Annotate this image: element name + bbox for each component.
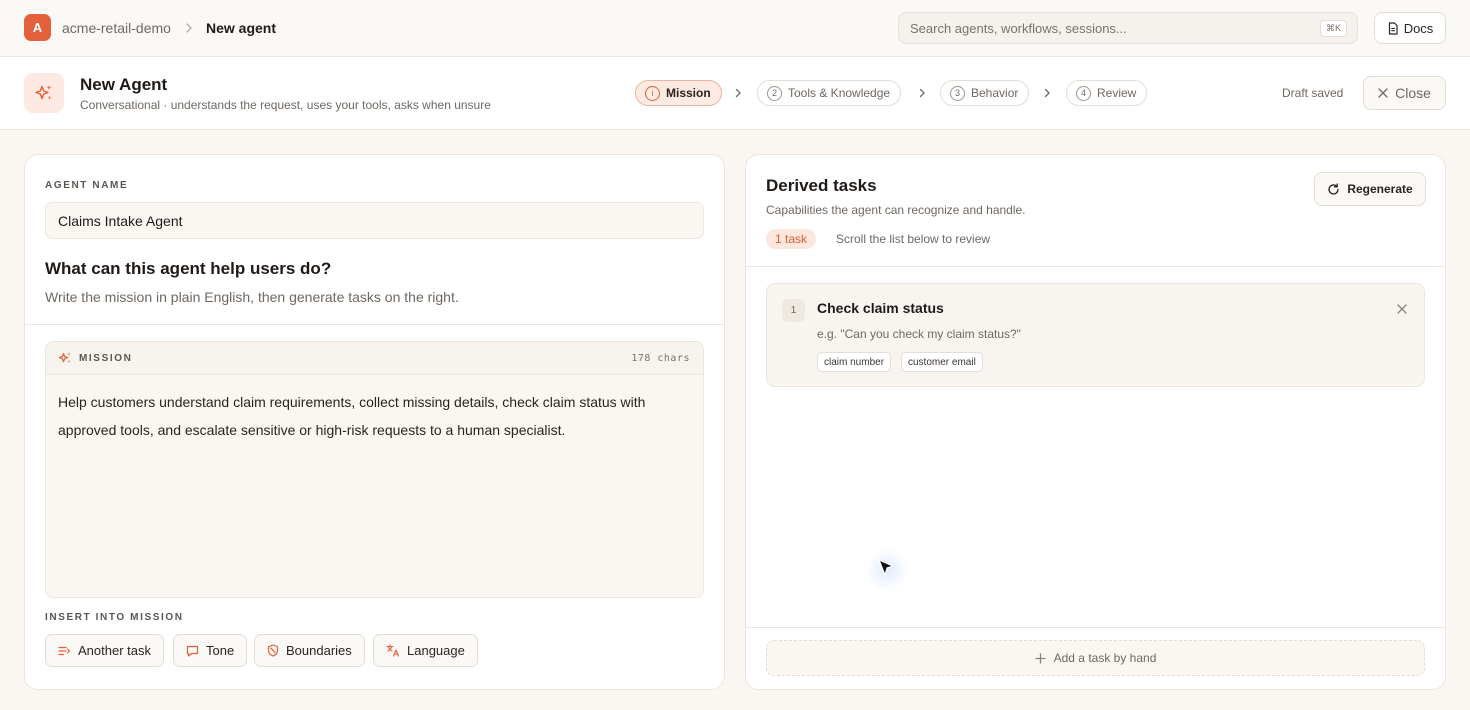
mission-panel: AGENT NAME Claims Intake Agent What can … [24,154,725,690]
mission-char-count: 178 chars [631,353,690,364]
chip-label: Language [407,643,465,658]
step-mission[interactable]: i Mission [635,80,722,106]
translate-icon [386,644,400,657]
step-number: 2 [767,85,782,101]
breadcrumb-page: New agent [206,20,277,36]
task-count-badge: 1 task [766,229,817,249]
draft-status: Draft saved [1282,86,1344,100]
insert-another-task-button[interactable]: Another task [45,634,164,667]
search-placeholder: Search agents, workflows, sessions... [910,21,1127,36]
divider [746,627,1445,628]
derived-tasks-panel: Derived tasks Capabilities the agent can… [745,154,1446,690]
chevron-right-icon [184,21,194,35]
agent-header: New Agent Conversational · understands t… [0,57,1470,130]
message-icon [186,645,199,657]
search-input[interactable]: Search agents, workflows, sessions... ⌘K [898,12,1358,44]
org-avatar[interactable]: A [24,14,51,41]
close-label: Close [1395,85,1431,101]
mission-editor-header: MISSION 178 chars [46,342,703,375]
mouse-cursor-icon [865,548,909,592]
task-card[interactable]: 1 Check claim status e.g. "Can you check… [766,283,1425,387]
step-number: 3 [950,85,965,101]
step-label: Mission [666,86,711,100]
agent-name-field[interactable]: Claims Intake Agent [45,202,704,239]
task-tag: claim number [817,352,892,372]
chip-label: Tone [206,643,235,658]
step-label: Behavior [971,86,1019,100]
insert-language-button[interactable]: Language [373,634,478,667]
mission-label: MISSION [79,353,133,364]
add-task-button[interactable]: Add a task by hand [766,640,1425,676]
step-tools-knowledge[interactable]: 2 Tools & Knowledge [757,80,902,106]
mission-question-subtitle: Write the mission in plain English, then… [45,289,459,305]
insert-into-mission-label: INSERT INTO MISSION [45,612,184,623]
agent-name-label: AGENT NAME [45,180,129,191]
chevron-right-icon [918,88,926,98]
list-add-icon [58,645,71,657]
derived-tasks-subtitle: Capabilities the agent can recognize and… [766,203,1026,217]
close-button[interactable]: Close [1363,76,1446,110]
sparkle-icon [58,351,72,365]
mission-question-title: What can this agent help users do? [45,259,332,278]
task-tag: customer email [901,352,983,372]
refresh-icon [1327,182,1340,196]
sparkle-icon [24,73,64,113]
scroll-hint: Scroll the list below to review [836,232,991,246]
insert-tone-button[interactable]: Tone [173,634,248,667]
remove-task-icon[interactable] [1396,303,1408,315]
breadcrumb-org[interactable]: acme-retail-demo [62,20,171,36]
step-behavior[interactable]: 3 Behavior [940,80,1030,106]
shield-icon [267,644,279,657]
docs-button[interactable]: Docs [1374,12,1446,44]
regenerate-button[interactable]: Regenerate [1314,172,1426,206]
document-icon [1387,21,1399,35]
agent-subtitle: Conversational · understands the request… [80,98,491,112]
search-shortcut-badge: ⌘K [1319,20,1347,37]
chip-label: Boundaries [286,643,352,658]
chevron-right-icon [734,88,742,98]
divider [746,266,1445,267]
top-bar: A acme-retail-demo New agent Search agen… [0,0,1470,57]
task-title: Check claim status [817,300,944,316]
step-number: i [645,85,660,101]
step-number: 4 [1076,85,1091,101]
task-number: 1 [782,299,805,322]
step-label: Review [1097,86,1137,100]
agent-title: New Agent [80,75,168,94]
derived-tasks-title: Derived tasks [766,176,877,195]
regenerate-label: Regenerate [1347,182,1413,196]
mission-textarea[interactable]: Help customers understand claim requirem… [58,388,693,444]
insert-boundaries-button[interactable]: Boundaries [254,634,365,667]
add-task-label: Add a task by hand [1053,651,1157,665]
close-icon [1378,88,1388,98]
plus-icon [1034,652,1046,664]
step-review[interactable]: 4 Review [1066,80,1148,106]
mission-editor[interactable]: MISSION 178 chars Help customers underst… [45,341,704,598]
docs-label: Docs [1403,20,1434,36]
task-example: e.g. "Can you check my claim status?" [817,327,1021,341]
divider [25,324,724,325]
chevron-right-icon [1043,88,1051,98]
chip-label: Another task [78,643,151,658]
step-label: Tools & Knowledge [788,86,891,100]
